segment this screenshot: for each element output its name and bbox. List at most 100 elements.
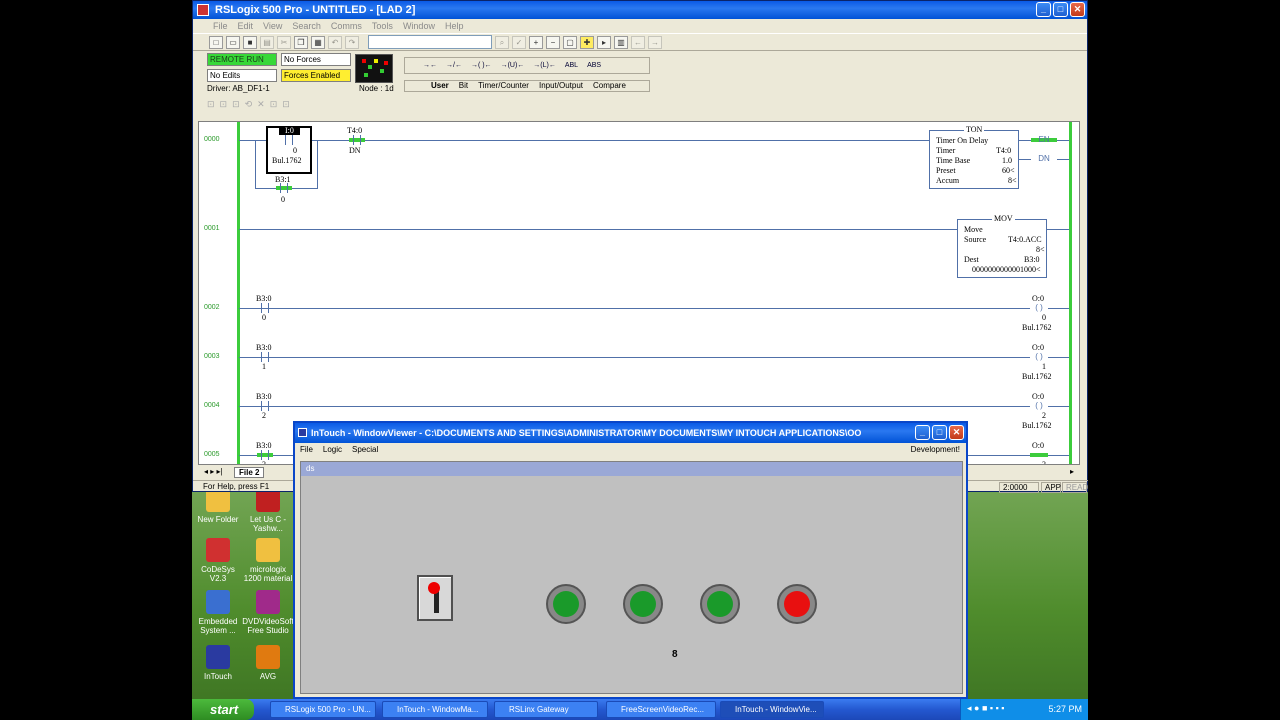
paste-icon[interactable]: ▦ [311, 35, 325, 49]
output-coil-o0-2[interactable]: ( ) [1030, 401, 1048, 411]
ladder-editor[interactable]: 0000 I:0 0 Bul.1762 B3:1 0 T4:0 DN TON T… [198, 121, 1080, 465]
rung-number[interactable]: 0003 [204, 353, 220, 360]
tab-bit[interactable]: Bit [459, 81, 468, 91]
ote-instruction[interactable]: →( )← [471, 62, 492, 69]
clock[interactable]: 5:27 PM [1048, 704, 1082, 714]
contact-b3-0-3[interactable] [257, 450, 273, 460]
search-icon[interactable]: ⌕ [495, 35, 509, 49]
tab-input-output[interactable]: Input/Output [539, 81, 583, 91]
dn-output-coil[interactable]: DN [1031, 154, 1057, 164]
redo-icon[interactable]: ↷ [345, 35, 359, 49]
output-coil-o0-0[interactable]: ( ) [1030, 303, 1048, 313]
mode-status[interactable]: REMOTE RUN [207, 53, 277, 66]
edits-status[interactable]: No Edits [207, 69, 277, 82]
minimize-button[interactable]: _ [1036, 2, 1051, 17]
intouch-titlebar[interactable]: InTouch - WindowViewer - C:\DOCUMENTS AN… [295, 423, 966, 443]
menu-tools[interactable]: Tools [372, 19, 393, 33]
menu-view[interactable]: View [263, 19, 282, 33]
menu-comms[interactable]: Comms [331, 19, 362, 33]
undo-icon[interactable]: ↶ [328, 35, 342, 49]
run-icon[interactable]: ▸ [597, 35, 611, 49]
open-folder-icon[interactable]: ▭ [226, 35, 240, 49]
close-button[interactable]: ✕ [949, 425, 964, 440]
menu-file[interactable]: File [300, 443, 313, 458]
taskbar-item-freescreenvideo[interactable]: FreeScreenVideoRec... [606, 701, 716, 718]
desktop-icon-dvdvideosoft[interactable]: DVDVideoSoft Free Studio [242, 590, 294, 635]
desktop-icon-embedded[interactable]: Embedded System ... [192, 590, 244, 635]
data-table-icon[interactable]: ▥ [614, 35, 628, 49]
contact-b3-0-0[interactable] [257, 303, 273, 313]
menu-special[interactable]: Special [352, 443, 378, 458]
taskbar-item-intouch-windowmaker[interactable]: InTouch - WindowMa... [382, 701, 488, 718]
minimize-button[interactable]: _ [915, 425, 930, 440]
indicator-lamp-4 [777, 584, 817, 624]
timer-dn-contact[interactable] [349, 135, 365, 145]
tab-scroll-arrows[interactable]: ◂ ▸ ▸| [204, 467, 223, 476]
otu-instruction[interactable]: →(U)← [501, 62, 525, 69]
rung-number[interactable]: 0005 [204, 451, 220, 458]
menu-search[interactable]: Search [292, 19, 321, 33]
forces-enabled-status[interactable]: Forces Enabled [281, 69, 351, 82]
xic-instruction[interactable]: →← [423, 62, 437, 69]
tab-compare[interactable]: Compare [593, 81, 626, 91]
tab-timer-counter[interactable]: Timer/Counter [478, 81, 529, 91]
menu-development[interactable]: Development! [911, 443, 960, 457]
taskbar-item-rslogix[interactable]: RSLogix 500 Pro - UN... [270, 701, 376, 718]
desktop-icon-new-folder[interactable]: New Folder [192, 488, 244, 524]
toggle-switch[interactable] [417, 575, 453, 621]
menu-logic[interactable]: Logic [323, 443, 342, 458]
new-file-icon[interactable]: □ [209, 35, 223, 49]
tab-user[interactable]: User [431, 81, 449, 91]
input-contact-i0[interactable] [281, 135, 297, 145]
rung-number[interactable]: 0004 [204, 402, 220, 409]
menu-help[interactable]: Help [445, 19, 464, 33]
verify-icon[interactable]: ✓ [512, 35, 526, 49]
branch-contact-b3-1[interactable] [276, 183, 292, 193]
contact-b3-0-2[interactable] [257, 401, 273, 411]
zoom-fit-icon[interactable]: ▢ [563, 35, 577, 49]
menu-window[interactable]: Window [403, 19, 435, 33]
taskbar-item-intouch-windowviewer[interactable]: InTouch - WindowVie... [720, 701, 824, 718]
xio-instruction[interactable]: →/← [446, 62, 462, 69]
scroll-right-icon[interactable]: ▸ [1070, 467, 1074, 476]
taskbar-item-rslinx[interactable]: RSLinx Gateway [494, 701, 598, 718]
zoom-in-icon[interactable]: + [529, 35, 543, 49]
tray-icons[interactable]: ◂ ● ■ ▪ ▪ ▪ [967, 703, 1004, 714]
rung-number[interactable]: 0001 [204, 225, 220, 232]
en-output-coil[interactable]: EN [1031, 135, 1057, 145]
rung-number[interactable]: 0002 [204, 304, 220, 311]
ton-instruction[interactable]: TON Timer On Delay Timer T4:0 Time Base … [929, 125, 1019, 189]
rung-number[interactable]: 0000 [204, 136, 220, 143]
abs-instruction[interactable]: ABS [587, 62, 601, 69]
hmi-window: ds 8 [300, 461, 963, 694]
contact-b3-0-1[interactable] [257, 352, 273, 362]
abl-instruction[interactable]: ABL [565, 62, 578, 69]
back-icon[interactable]: ← [631, 35, 645, 49]
otl-instruction[interactable]: →(L)← [533, 62, 556, 69]
copy-icon[interactable]: ❐ [294, 35, 308, 49]
save-icon[interactable]: ■ [243, 35, 257, 49]
mov-instruction[interactable]: MOV Move Source T4:0.ACC 8< Dest B3:0 00… [957, 214, 1047, 278]
desktop-icon-codesys[interactable]: CoDeSys V2.3 [192, 538, 244, 583]
rslogix-titlebar[interactable]: RSLogix 500 Pro - UNTITLED - [LAD 2] _ □… [193, 1, 1087, 19]
menu-edit[interactable]: Edit [238, 19, 254, 33]
output-coil-o0-1[interactable]: ( ) [1030, 352, 1048, 362]
search-combo[interactable] [368, 35, 492, 49]
cut-icon[interactable]: ✂ [277, 35, 291, 49]
forward-icon[interactable]: → [648, 35, 662, 49]
add-icon[interactable]: ✚ [580, 35, 594, 49]
menu-file[interactable]: File [213, 19, 228, 33]
desktop-icon-micrologix[interactable]: micrologix 1200 material [242, 538, 294, 583]
file-tab[interactable]: File 2 [234, 467, 265, 478]
maximize-button[interactable]: □ [1053, 2, 1068, 17]
maximize-button[interactable]: □ [932, 425, 947, 440]
desktop-icon-let-us-c[interactable]: Let Us C - Yashw... [242, 488, 294, 533]
desktop-icon-avg[interactable]: AVG [242, 645, 294, 681]
start-button[interactable]: start [192, 699, 254, 720]
print-icon[interactable]: ▤ [260, 35, 274, 49]
close-button[interactable]: ✕ [1070, 2, 1085, 17]
forces-status[interactable]: No Forces [281, 53, 351, 66]
output-coil-o0-3[interactable] [1030, 450, 1048, 460]
desktop-icon-intouch[interactable]: InTouch [192, 645, 244, 681]
zoom-out-icon[interactable]: − [546, 35, 560, 49]
